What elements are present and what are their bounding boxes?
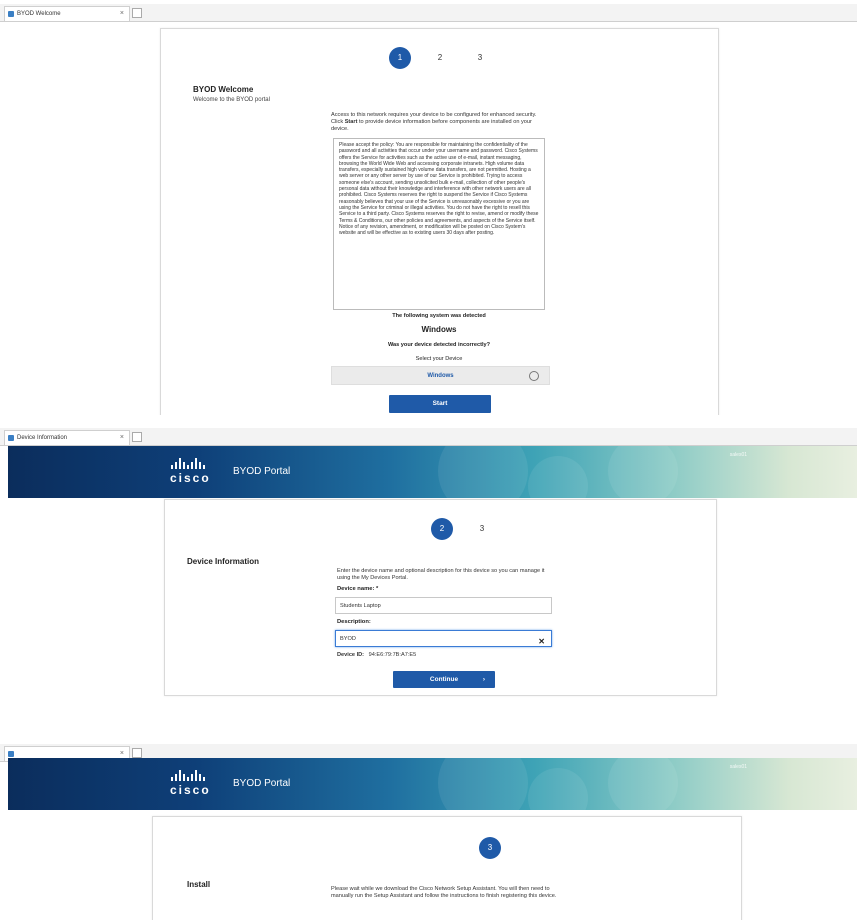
tab-favicon-icon [8, 11, 14, 17]
start-keyword: Start [344, 119, 358, 125]
byod-welcome-screen: BYOD Welcome × 1 2 3 BYOD Welcome Welcom… [0, 0, 857, 415]
browser-tab[interactable]: BYOD Welcome × [4, 6, 130, 21]
device-id-row: Device ID: 94:E6:79:7B:A7:E5 [337, 652, 416, 659]
close-icon[interactable]: × [120, 7, 124, 21]
device-id-label: Device ID: [337, 652, 365, 658]
tab-title: Device Information [17, 435, 68, 441]
step-3-indicator: 3 [477, 53, 483, 62]
continue-button[interactable]: Continue › [393, 671, 495, 688]
user-menu[interactable]: sales01 [730, 452, 747, 458]
device-name-input[interactable]: Students Laptop [335, 597, 552, 614]
page-subtitle: Welcome to the BYOD portal [193, 97, 270, 103]
device-name-label: Device name: * [337, 586, 379, 592]
welcome-card: 1 2 3 BYOD Welcome Welcome to the BYOD p… [160, 28, 719, 415]
description-value: BYOD [340, 636, 356, 642]
cisco-logo: cisco [170, 770, 226, 798]
browser-tabbar: BYOD Welcome × [0, 4, 857, 22]
clear-input-icon[interactable]: ✕ [538, 634, 545, 650]
step-3-indicator: 3 [479, 524, 485, 533]
tab-favicon-icon [8, 751, 14, 757]
device-id-value: 94:E6:79:7B:A7:E5 [368, 652, 417, 658]
start-button[interactable]: Start [389, 395, 491, 413]
description-label: Description: [337, 619, 371, 625]
step-1-indicator: 1 [389, 47, 411, 69]
step-3-indicator: 3 [479, 837, 501, 859]
intro-text: Access to this network requires your dev… [331, 112, 537, 132]
wrong-detection-prompt: Was your device detected incorrectly? [387, 342, 491, 348]
new-tab-button[interactable] [132, 748, 142, 758]
portal-title: BYOD Portal [233, 466, 291, 477]
policy-textbox[interactable]: Please accept the policy: You are respon… [333, 138, 545, 310]
close-icon[interactable]: × [120, 431, 124, 445]
browser-tab[interactable]: Device Information × [4, 430, 130, 445]
install-card: 3 Install Please wait while we download … [152, 816, 742, 920]
cisco-banner: cisco BYOD Portal sales01 [8, 758, 857, 810]
device-select[interactable]: Windows [331, 366, 550, 385]
cisco-wordmark: cisco [170, 783, 211, 797]
user-menu[interactable]: sales01 [730, 764, 747, 770]
step-2-indicator: 2 [431, 518, 453, 540]
page-title: Install [187, 880, 211, 889]
cisco-wordmark: cisco [170, 471, 211, 485]
cisco-banner: cisco BYOD Portal sales01 [8, 446, 857, 498]
tab-favicon-icon [8, 435, 14, 441]
new-tab-button[interactable] [132, 8, 142, 18]
step-2-indicator: 2 [437, 53, 443, 62]
page-title: BYOD Welcome [193, 85, 254, 94]
install-instructions: Please wait while we download the Cisco … [331, 886, 557, 899]
detected-os: Windows [421, 325, 457, 334]
intro-text: Enter the device name and optional descr… [337, 568, 545, 581]
select-device-label: Select your Device [415, 356, 463, 362]
tab-title: BYOD Welcome [17, 11, 61, 17]
dropdown-circle-icon [529, 371, 539, 381]
chevron-right-icon: › [482, 676, 485, 683]
device-information-screen: Device Information × cisco BYOD Portal s… [0, 425, 857, 715]
device-select-value: Windows [427, 373, 454, 379]
install-screen: × cisco BYOD Portal sales01 3 Install Pl… [0, 742, 857, 920]
page-title: Device Information [187, 557, 260, 566]
portal-title: BYOD Portal [233, 778, 291, 789]
continue-label: Continue [429, 676, 459, 683]
description-input[interactable]: BYOD ✕ [335, 630, 552, 647]
device-info-card: 2 3 Device Information Enter the device … [164, 499, 717, 696]
cisco-logo: cisco [170, 458, 226, 486]
browser-tabbar: Device Information × [0, 428, 857, 446]
detected-label: The following system was detected [392, 313, 486, 319]
new-tab-button[interactable] [132, 432, 142, 442]
